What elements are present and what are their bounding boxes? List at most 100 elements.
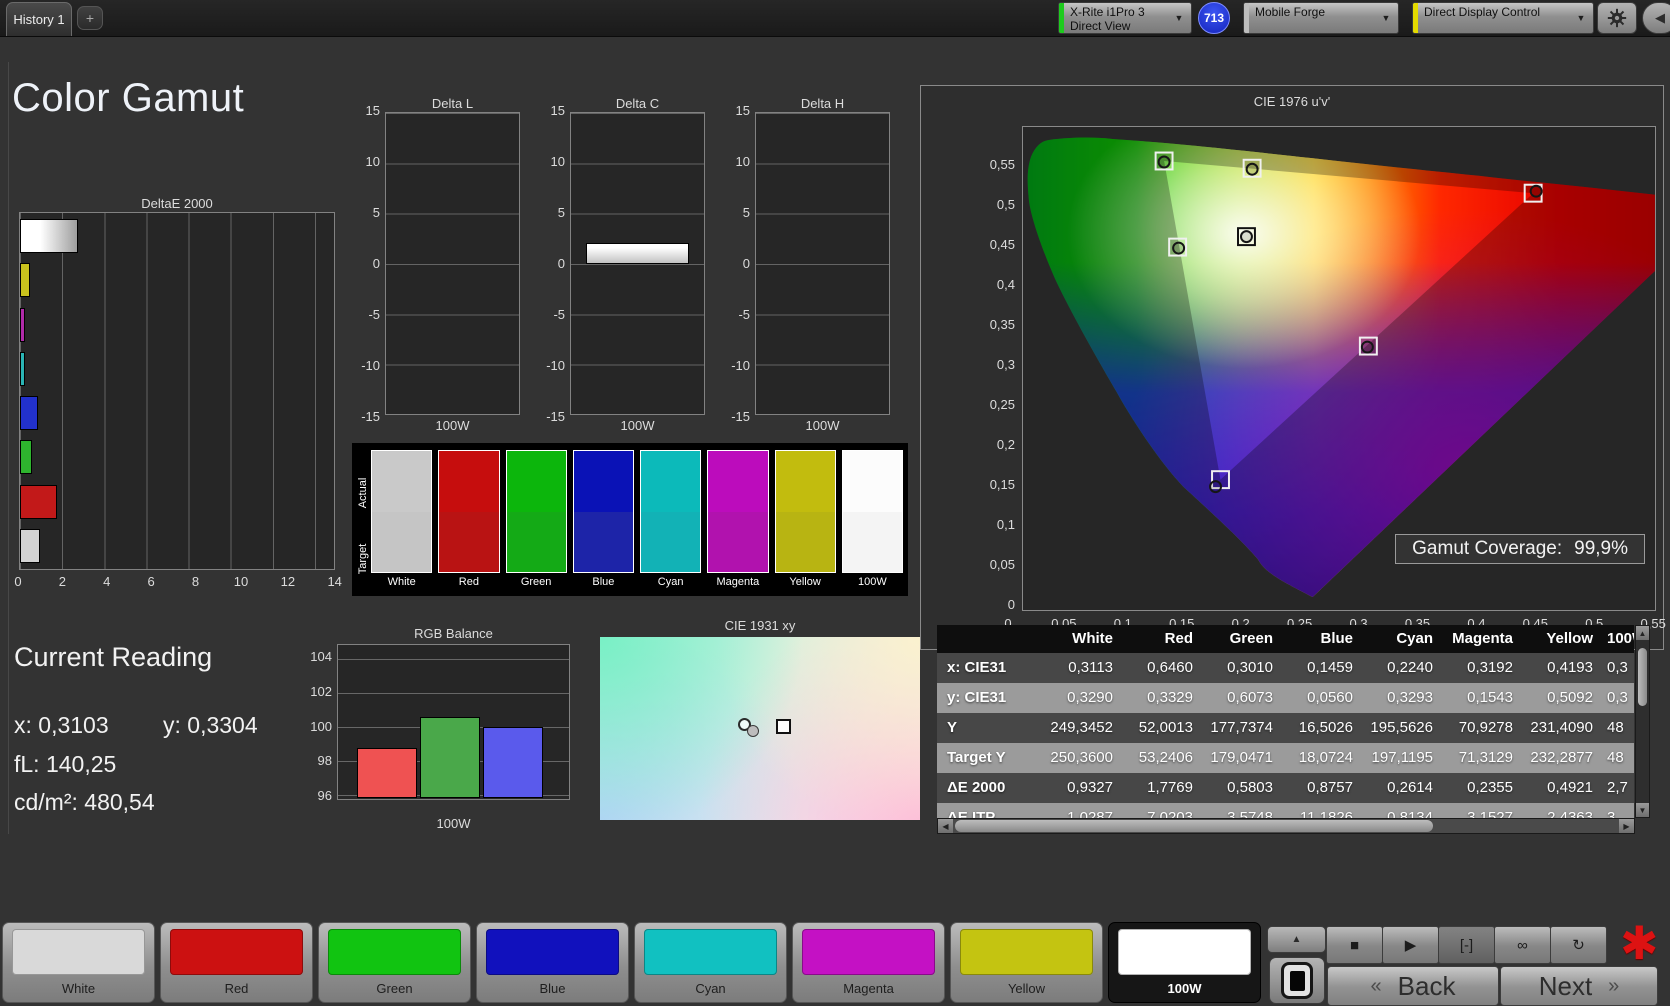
delta-c-y-axis: 15 10 5 0 -5 -10 -15: [537, 103, 565, 424]
measured-marker-cyan: [1172, 241, 1186, 255]
deltae-bar-cyan: [20, 351, 26, 386]
table-cell: 232,2877: [1530, 749, 1593, 766]
add-tab-button[interactable]: +: [77, 6, 103, 30]
swatch-column-magenta: Magenta: [707, 450, 769, 594]
table-horizontal-scrollbar[interactable]: ◀ ▶: [937, 818, 1635, 834]
delta-h-title: Delta H: [800, 96, 845, 111]
axis-tick: 15: [365, 103, 380, 118]
collapse-panel-button[interactable]: ◀: [1642, 2, 1670, 34]
pattern-label: Blue: [539, 981, 566, 996]
actual-swatch: [372, 451, 432, 512]
scroll-up-icon[interactable]: ▲: [1636, 626, 1649, 640]
vertical-scroll-thumb[interactable]: [1638, 648, 1647, 706]
axis-tick: 0,25: [989, 397, 1015, 412]
scroll-right-icon[interactable]: ▶: [1619, 819, 1634, 833]
deltae-x-axis: 0 2 4 6 8 10 12 14: [12, 574, 342, 589]
autocal-button[interactable]: ✱: [1620, 916, 1659, 970]
deltae-bar-100w: [20, 219, 78, 253]
actual-swatch: [506, 451, 566, 512]
table-cell: 179,0471: [1210, 749, 1273, 766]
axis-tick: 15: [550, 103, 565, 118]
table-row: ΔE 2000 0,9327 1,7769 0,5803 0,8757 0,2614 0,2…: [937, 773, 1634, 803]
interval-measure-button[interactable]: [-]: [1438, 926, 1495, 964]
rgb-bar-red: [357, 748, 417, 798]
panel-divider: [8, 62, 9, 834]
pattern-button-yellow[interactable]: Yellow: [950, 922, 1103, 1003]
axis-tick: -5: [553, 307, 565, 322]
back-button[interactable]: « Back: [1327, 966, 1499, 1006]
single-measure-button[interactable]: ▶: [1382, 926, 1439, 964]
swatch-column-green: Green: [505, 450, 567, 594]
target-label: Target: [356, 544, 369, 575]
swatch-column-cyan: Cyan: [640, 450, 702, 594]
axis-tick: 5: [557, 205, 565, 220]
pattern-buttons: White Red Green Blue Cyan Magenta Yellow 100W: [2, 922, 1261, 1003]
pattern-button-red[interactable]: Red: [160, 922, 313, 1003]
refresh-measure-button[interactable]: ↻: [1550, 926, 1607, 964]
chevrons-right-icon: »: [1608, 974, 1620, 997]
swatch-columns: White Red Green Blue Cyan Magenta Yellow 100W: [371, 450, 903, 594]
table-cell: 0,2355: [1467, 779, 1513, 796]
row-label: ΔE 2000: [947, 779, 1006, 796]
axis-tick: 0,3: [996, 357, 1015, 372]
measured-point-marker: [747, 724, 760, 737]
table-cell: 0,4193: [1547, 659, 1593, 676]
pattern-window-up-button[interactable]: ▲: [1267, 926, 1326, 953]
swatch-label: Red: [458, 576, 479, 589]
column-header: Magenta: [1452, 630, 1513, 647]
swatch-label: Blue: [592, 576, 615, 589]
pattern-swatch: [802, 929, 935, 975]
axis-tick: 2: [58, 574, 66, 589]
axis-tick: 102: [310, 683, 332, 699]
pattern-button-cyan[interactable]: Cyan: [634, 922, 787, 1003]
cie1976-y-axis: 0,55 0,5 0,45 0,4 0,35 0,3 0,25 0,2 0,15 0,1 0,05 0: [969, 157, 1015, 612]
table-cell: 0,5092: [1547, 689, 1593, 706]
actual-swatch: [775, 451, 835, 512]
interval-icon: [-]: [1459, 936, 1474, 954]
pattern-button-magenta[interactable]: Magenta: [792, 922, 945, 1003]
pattern-window-toggle-button[interactable]: [1269, 957, 1325, 1004]
pattern-button-green[interactable]: Green: [318, 922, 471, 1003]
workflow-dropdown[interactable]: Direct Display Control ▼: [1412, 2, 1594, 34]
axis-tick: -5: [368, 307, 380, 322]
pattern-label: Magenta: [843, 981, 894, 996]
tab-history-1[interactable]: History 1: [6, 2, 72, 36]
target-swatch: [775, 511, 835, 573]
pattern-button-blue[interactable]: Blue: [476, 922, 629, 1003]
actual-swatch: [439, 451, 499, 512]
axis-tick: 12: [280, 574, 296, 589]
target-swatch: [506, 511, 566, 573]
scroll-left-icon[interactable]: ◀: [938, 819, 953, 833]
column-header: Yellow: [1546, 630, 1593, 647]
scroll-down-icon[interactable]: ▼: [1636, 803, 1649, 817]
axis-tick: 5: [372, 205, 380, 220]
target-swatch: [573, 511, 633, 573]
axis-tick: 0,15: [989, 477, 1015, 492]
meter-reading-badge[interactable]: 713: [1198, 2, 1230, 34]
meter-dropdown[interactable]: X-Rite i1Pro 3 Direct View ▼: [1058, 2, 1192, 34]
settings-button[interactable]: [1597, 2, 1637, 34]
axis-tick: 0,2: [996, 437, 1015, 452]
stop-measure-button[interactable]: ■: [1326, 926, 1383, 964]
pattern-button-100w[interactable]: 100W: [1108, 922, 1261, 1003]
target-point-marker: [776, 719, 791, 735]
actual-swatch: [573, 451, 633, 512]
continuous-measure-button[interactable]: ∞: [1494, 926, 1551, 964]
infinity-icon: ∞: [1517, 936, 1528, 954]
chevron-down-icon: ▼: [1576, 13, 1586, 23]
table-vertical-scrollbar[interactable]: ▲ ▼: [1635, 625, 1650, 818]
page-title: Color Gamut: [12, 76, 245, 120]
column-header: Cyan: [1396, 630, 1433, 647]
source-dropdown[interactable]: Mobile Forge ▼: [1243, 2, 1399, 34]
horizontal-scroll-thumb[interactable]: [955, 820, 1433, 832]
table-cell-clipped: 0,3: [1607, 659, 1628, 676]
pattern-button-white[interactable]: White: [2, 922, 155, 1003]
pattern-swatch: [170, 929, 303, 975]
axis-tick: 10: [233, 574, 249, 589]
refresh-icon: ↻: [1572, 937, 1585, 954]
pattern-swatch: [960, 929, 1093, 975]
axis-tick: 10: [735, 154, 750, 169]
next-button[interactable]: Next »: [1500, 966, 1658, 1006]
axis-tick: 0,4: [996, 277, 1015, 292]
deltae-bars: [20, 213, 334, 569]
